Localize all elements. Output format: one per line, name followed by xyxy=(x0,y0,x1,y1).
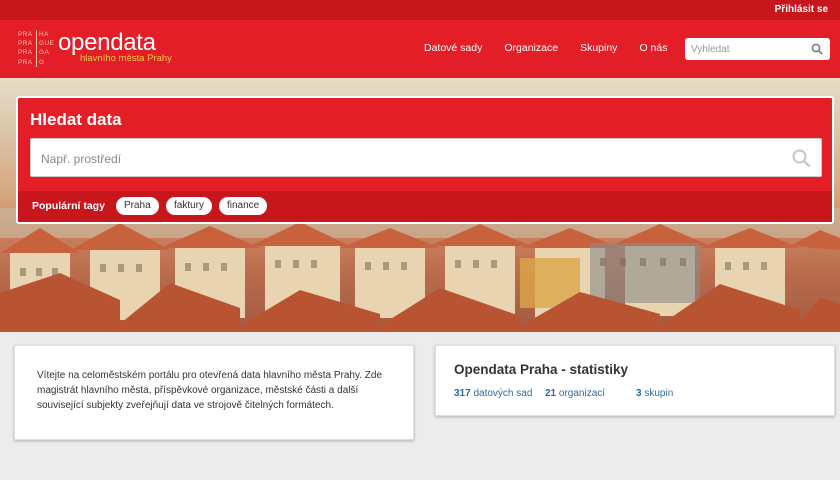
logo-grid-cell: PRA xyxy=(18,31,33,38)
logo-grid-cell: HA xyxy=(36,30,54,40)
logo-subtitle: hlavního města Prahy xyxy=(80,53,172,64)
popular-tags-bar: Populární tagy Praha faktury finance xyxy=(18,191,832,222)
logo-grid-cell: PRA xyxy=(18,58,33,66)
logo-grid-cell: GA xyxy=(36,48,54,58)
stat-count: 21 xyxy=(545,388,557,399)
stat-count: 317 xyxy=(454,388,471,399)
praha-logo-grid[interactable]: PRA HA PRA GUE PRA GA PRA G xyxy=(18,30,54,68)
stat-label: organizací xyxy=(558,388,606,399)
search-icon[interactable] xyxy=(791,148,811,168)
nav-item-groups[interactable]: Skupiny xyxy=(580,42,617,54)
stat-groups[interactable]: 3 skupin xyxy=(636,388,673,399)
logo-grid-cell: G xyxy=(36,57,54,67)
tag-faktury[interactable]: faktury xyxy=(166,197,213,215)
logo-grid-cell: GUE xyxy=(36,39,54,49)
stat-count: 3 xyxy=(636,388,642,399)
site-header: PRA HA PRA GUE PRA GA PRA G opendata hlavníh… xyxy=(0,20,840,78)
top-bar: Přihlásit se xyxy=(0,0,840,20)
popular-tags-label: Populární tagy xyxy=(32,200,105,212)
hero-search-input[interactable] xyxy=(41,149,761,169)
welcome-card: Vítejte na celoměstském portálu pro otev… xyxy=(14,345,414,440)
tag-finance[interactable]: finance xyxy=(219,197,268,215)
welcome-text: Vítejte na celoměstském portálu pro otev… xyxy=(37,370,382,411)
stat-organizations[interactable]: 21 organizací xyxy=(545,388,605,399)
nav-item-datasets[interactable]: Datové sady xyxy=(424,42,482,54)
stats-title: Opendata Praha - statistiky xyxy=(454,362,629,377)
login-link[interactable]: Přihlásit se xyxy=(775,4,828,15)
stat-label: datových sad xyxy=(473,388,533,399)
logo-grid-cell: PRA xyxy=(18,40,33,48)
hero-search-title: Hledat data xyxy=(30,110,122,129)
logo-grid-cell: PRA xyxy=(18,49,33,57)
stat-datasets[interactable]: 317 datových sad xyxy=(454,388,532,399)
hero-search-panel: Hledat data Populární tagy Praha faktury… xyxy=(16,96,834,224)
search-icon[interactable] xyxy=(811,43,823,55)
nav-item-about[interactable]: O nás xyxy=(639,42,667,54)
tag-praha[interactable]: Praha xyxy=(116,197,159,215)
hero-search-box xyxy=(30,138,822,177)
header-search-input[interactable] xyxy=(691,41,801,57)
stats-card: Opendata Praha - statistiky 317 datových… xyxy=(435,345,835,416)
nav-item-organizations[interactable]: Organizace xyxy=(504,42,558,54)
header-search xyxy=(685,38,830,60)
stat-label: skupin xyxy=(644,388,674,399)
main-nav: Datové sady Organizace Skupiny O nás xyxy=(424,42,689,54)
